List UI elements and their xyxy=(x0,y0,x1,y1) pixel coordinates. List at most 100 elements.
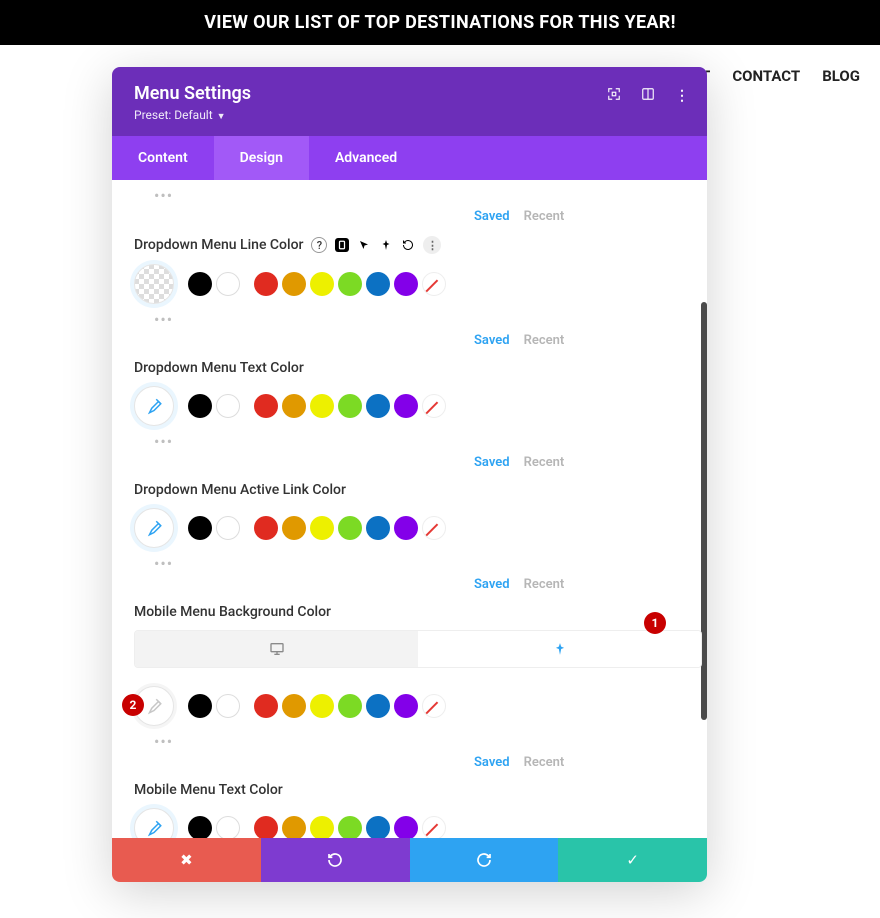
swatch-none[interactable] xyxy=(422,694,446,718)
label-dropdown-text: Dropdown Menu Text Color xyxy=(134,360,702,376)
swatch-black[interactable] xyxy=(188,694,212,718)
top-banner: VIEW OUR LIST OF TOP DESTINATIONS FOR TH… xyxy=(0,0,880,45)
saved-tab[interactable]: Saved xyxy=(474,755,510,770)
swatch-orange[interactable] xyxy=(282,816,306,838)
swatch-row-dropdown-text xyxy=(134,386,702,426)
modal-header: Menu Settings Preset: Default▼ ⋮ xyxy=(112,67,707,136)
more-icon[interactable]: ⋮ xyxy=(423,236,441,254)
toggle-sticky[interactable] xyxy=(418,631,701,667)
swatch-none[interactable] xyxy=(422,394,446,418)
sidebar-icon[interactable] xyxy=(641,87,655,105)
recent-tab[interactable]: Recent xyxy=(524,755,565,770)
swatch-green[interactable] xyxy=(338,394,362,418)
saved-tab[interactable]: Saved xyxy=(474,209,510,224)
color-picker-eyedropper[interactable] xyxy=(134,508,174,548)
swatch-red[interactable] xyxy=(254,694,278,718)
swatch-green[interactable] xyxy=(338,516,362,540)
swatch-row-dropdown-active xyxy=(134,508,702,548)
toggle-desktop[interactable] xyxy=(135,631,418,667)
saved-tab[interactable]: Saved xyxy=(474,455,510,470)
badge-1: 1 xyxy=(644,612,666,634)
swatch-row-mobile-bg xyxy=(134,686,702,726)
swatch-black[interactable] xyxy=(188,516,212,540)
more-dots-row[interactable]: ••• xyxy=(154,310,702,329)
saved-tab[interactable]: Saved xyxy=(474,333,510,348)
tablet-icon[interactable] xyxy=(335,238,349,252)
more-dots-row[interactable]: ••• xyxy=(154,732,702,751)
undo-button[interactable] xyxy=(261,838,410,882)
badge-2: 2 xyxy=(122,694,144,716)
swatch-black[interactable] xyxy=(188,394,212,418)
swatch-red[interactable] xyxy=(254,394,278,418)
swatch-blue[interactable] xyxy=(366,272,390,296)
color-picker-transparent[interactable] xyxy=(134,264,174,304)
nav-contact[interactable]: CONTACT xyxy=(732,67,800,85)
tab-content[interactable]: Content xyxy=(112,136,214,180)
swatch-blue[interactable] xyxy=(366,816,390,838)
swatch-white[interactable] xyxy=(216,694,240,718)
swatch-yellow[interactable] xyxy=(310,272,334,296)
swatch-red[interactable] xyxy=(254,516,278,540)
swatch-purple[interactable] xyxy=(394,816,418,838)
swatch-black[interactable] xyxy=(188,272,212,296)
swatch-row-dropdown-line xyxy=(134,264,702,304)
recent-tab[interactable]: Recent xyxy=(524,209,565,224)
swatch-yellow[interactable] xyxy=(310,394,334,418)
swatch-orange[interactable] xyxy=(282,272,306,296)
help-icon[interactable]: ? xyxy=(311,237,327,253)
label-dropdown-active: Dropdown Menu Active Link Color xyxy=(134,482,702,498)
tab-design[interactable]: Design xyxy=(214,136,309,180)
recent-tab[interactable]: Recent xyxy=(524,577,565,592)
hover-icon[interactable] xyxy=(357,238,371,252)
color-picker-eyedropper[interactable] xyxy=(134,386,174,426)
more-dots-row[interactable]: ••• xyxy=(154,554,702,573)
recent-tab[interactable]: Recent xyxy=(524,455,565,470)
label-dropdown-line: Dropdown Menu Line Color ? ⋮ xyxy=(134,236,702,254)
tab-advanced[interactable]: Advanced xyxy=(309,136,423,180)
swatch-none[interactable] xyxy=(422,816,446,838)
swatch-blue[interactable] xyxy=(366,694,390,718)
swatch-green[interactable] xyxy=(338,816,362,838)
kebab-icon[interactable]: ⋮ xyxy=(675,88,689,104)
label-mobile-bg: Mobile Menu Background Color xyxy=(134,604,702,620)
swatch-orange[interactable] xyxy=(282,394,306,418)
swatch-purple[interactable] xyxy=(394,272,418,296)
swatch-white[interactable] xyxy=(216,516,240,540)
swatch-red[interactable] xyxy=(254,272,278,296)
swatch-white[interactable] xyxy=(216,816,240,838)
saved-tab[interactable]: Saved xyxy=(474,577,510,592)
swatch-orange[interactable] xyxy=(282,516,306,540)
more-dots-row[interactable]: ••• xyxy=(154,432,702,451)
swatch-black[interactable] xyxy=(188,816,212,838)
swatch-orange[interactable] xyxy=(282,694,306,718)
swatch-purple[interactable] xyxy=(394,694,418,718)
more-dots-row[interactable]: ••• xyxy=(154,186,702,205)
tabs: Content Design Advanced xyxy=(112,136,707,180)
chevron-down-icon: ▼ xyxy=(217,112,226,122)
redo-button[interactable] xyxy=(410,838,559,882)
swatch-green[interactable] xyxy=(338,694,362,718)
save-button[interactable]: ✓ xyxy=(558,838,707,882)
close-button[interactable]: ✖ xyxy=(112,838,261,882)
swatch-yellow[interactable] xyxy=(310,694,334,718)
preset-dropdown[interactable]: Preset: Default▼ xyxy=(134,108,685,122)
swatch-blue[interactable] xyxy=(366,394,390,418)
swatch-red[interactable] xyxy=(254,816,278,838)
swatch-yellow[interactable] xyxy=(310,816,334,838)
swatch-blue[interactable] xyxy=(366,516,390,540)
pin-icon[interactable] xyxy=(379,238,393,252)
swatch-purple[interactable] xyxy=(394,516,418,540)
swatch-green[interactable] xyxy=(338,272,362,296)
nav-blog[interactable]: BLOG xyxy=(822,67,860,85)
swatch-none[interactable] xyxy=(422,516,446,540)
swatch-yellow[interactable] xyxy=(310,516,334,540)
color-picker-eyedropper[interactable] xyxy=(134,808,174,838)
reset-icon[interactable] xyxy=(401,238,415,252)
swatch-white[interactable] xyxy=(216,272,240,296)
device-toggle xyxy=(134,630,702,668)
swatch-white[interactable] xyxy=(216,394,240,418)
swatch-none[interactable] xyxy=(422,272,446,296)
recent-tab[interactable]: Recent xyxy=(524,333,565,348)
swatch-purple[interactable] xyxy=(394,394,418,418)
focus-icon[interactable] xyxy=(607,87,621,105)
